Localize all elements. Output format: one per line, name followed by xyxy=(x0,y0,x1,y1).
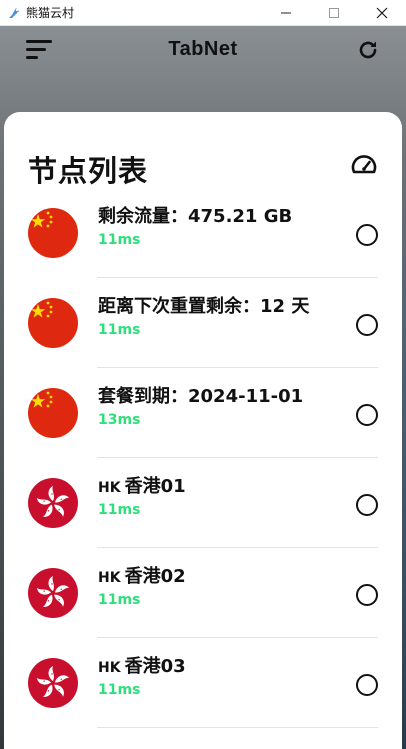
latency-label: 11ms xyxy=(98,502,141,518)
node-label: 香港02 xyxy=(124,566,186,587)
sheet-header: 节点列表 xyxy=(28,148,378,188)
node-list-item[interactable]: HK 香港01 11ms xyxy=(28,458,378,548)
select-node-radio[interactable] xyxy=(356,494,378,516)
region-code: HK xyxy=(98,480,121,496)
refresh-icon[interactable] xyxy=(356,38,380,62)
select-node-radio[interactable] xyxy=(356,674,378,696)
latency-label: 11ms xyxy=(98,232,141,248)
maximize-button[interactable] xyxy=(310,0,358,26)
china-flag-icon xyxy=(28,388,78,438)
window-controls xyxy=(262,0,406,26)
node-name: 距离下次重置剩余：12 天 xyxy=(98,292,309,318)
china-flag-icon xyxy=(28,208,78,258)
minimize-button[interactable] xyxy=(262,0,310,26)
close-button[interactable] xyxy=(358,0,406,26)
select-node-radio[interactable] xyxy=(356,404,378,426)
latency-label: 13ms xyxy=(98,412,141,428)
speedometer-icon[interactable] xyxy=(350,152,378,180)
node-list-item[interactable]: 套餐到期：2024-11-01 13ms xyxy=(28,368,378,458)
app-logo-icon xyxy=(6,5,22,21)
region-code: HK xyxy=(98,660,121,676)
node-name: 剩余流量：475.21 GB xyxy=(98,202,292,228)
node-name: HK 香港02 xyxy=(98,562,186,588)
hong-kong-flag-icon xyxy=(28,478,78,528)
node-label: 香港01 xyxy=(124,476,186,497)
node-name: 套餐到期：2024-11-01 xyxy=(98,382,303,408)
select-node-radio[interactable] xyxy=(356,314,378,336)
node-list-item[interactable]: 剩余流量：475.21 GB 11ms xyxy=(28,188,378,278)
node-list-item[interactable]: HK 香港03 11ms xyxy=(28,638,378,728)
hong-kong-flag-icon xyxy=(28,658,78,708)
node-name: HK 香港01 xyxy=(98,472,186,498)
divider xyxy=(97,727,378,728)
latency-label: 11ms xyxy=(98,682,141,698)
latency-label: 11ms xyxy=(98,322,141,338)
app-title: TabNet xyxy=(168,38,238,60)
node-list-sheet: 节点列表 剩余流量：475.21 GB 11ms 距离下次重置剩余：12 天 11m… xyxy=(4,112,402,749)
node-name: HK 香港03 xyxy=(98,652,186,678)
node-list-item[interactable]: HK 香港02 11ms xyxy=(28,548,378,638)
app-bar: TabNet xyxy=(0,26,406,74)
region-code: HK xyxy=(98,570,121,586)
node-label: 距离下次重置剩余：12 天 xyxy=(98,296,310,317)
china-flag-icon xyxy=(28,298,78,348)
node-list-item[interactable]: 距离下次重置剩余：12 天 11ms xyxy=(28,278,378,368)
node-label: 剩余流量：475.21 GB xyxy=(98,206,293,227)
select-node-radio[interactable] xyxy=(356,584,378,606)
window-title: 熊猫云村 xyxy=(26,6,75,20)
select-node-radio[interactable] xyxy=(356,224,378,246)
node-label: 套餐到期：2024-11-01 xyxy=(98,386,304,407)
sheet-title: 节点列表 xyxy=(28,154,149,188)
node-label: 香港03 xyxy=(124,656,186,677)
latency-label: 11ms xyxy=(98,592,141,608)
window-titlebar: 熊猫云村 xyxy=(0,0,406,26)
hong-kong-flag-icon xyxy=(28,568,78,618)
